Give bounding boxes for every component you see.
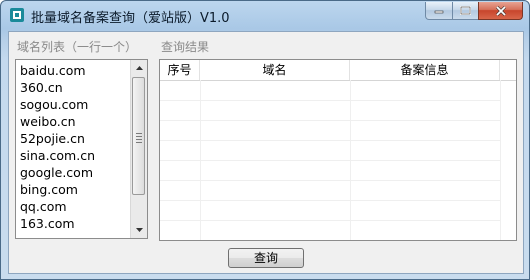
domain-list-label: 域名列表（一行一个） <box>17 40 138 54</box>
table-row <box>160 140 500 161</box>
domain-list-item: sogou.com <box>20 97 89 112</box>
domain-list-item: weibo.cn <box>20 114 76 129</box>
table-row <box>160 120 500 141</box>
grip-icon <box>136 133 142 145</box>
maximize-button[interactable] <box>452 2 479 20</box>
domain-list-item: 52pojie.cn <box>20 131 85 146</box>
scroll-up-button[interactable] <box>131 60 147 76</box>
column-header-domain[interactable]: 域名 <box>200 60 350 80</box>
domain-list-item: 163.com <box>20 216 75 231</box>
client-area: 域名列表（一行一个） 查询结果 baidu.com 360.cn sogou.c… <box>8 31 524 274</box>
domain-list-item: sina.com.cn <box>20 148 96 163</box>
column-divider <box>500 80 501 240</box>
app-window: 批量域名备案查询（爱站版）V1.0 域名列表（一行一个） 查询结果 baidu.… <box>0 0 530 280</box>
results-table[interactable]: 序号 域名 备案信息 <box>159 59 517 241</box>
title-bar[interactable]: 批量域名备案查询（爱站版）V1.0 <box>1 1 529 31</box>
window-title: 批量域名备案查询（爱站版）V1.0 <box>31 11 230 26</box>
close-icon <box>495 5 506 16</box>
table-row <box>160 220 500 240</box>
arrow-up-icon <box>135 66 143 70</box>
vertical-scrollbar[interactable] <box>130 60 147 238</box>
domain-list-item: baidu.com <box>20 63 86 78</box>
maximize-icon <box>460 6 471 15</box>
arrow-down-icon <box>135 228 143 232</box>
query-button[interactable]: 查询 <box>228 248 304 268</box>
domain-list-item: qq.com <box>20 199 67 214</box>
table-header: 序号 域名 备案信息 <box>160 60 516 81</box>
table-row <box>160 160 500 181</box>
scroll-thumb[interactable] <box>132 77 145 195</box>
table-row <box>160 180 500 201</box>
column-header-number[interactable]: 序号 <box>160 60 200 80</box>
domain-list-item: google.com <box>20 165 93 180</box>
table-row <box>160 200 500 221</box>
minimize-icon <box>434 10 444 13</box>
table-row <box>160 80 500 101</box>
scroll-down-button[interactable] <box>131 222 147 238</box>
app-icon <box>10 8 24 22</box>
column-header-record-info[interactable]: 备案信息 <box>350 60 500 80</box>
close-button[interactable] <box>478 2 523 20</box>
table-row <box>160 100 500 121</box>
minimize-button[interactable] <box>425 2 453 20</box>
domain-list-item: bing.com <box>20 182 78 197</box>
domain-list-textarea[interactable]: baidu.com 360.cn sogou.com weibo.cn 52po… <box>15 59 148 239</box>
results-label: 查询结果 <box>161 40 210 54</box>
domain-list-item: 360.cn <box>20 80 63 95</box>
